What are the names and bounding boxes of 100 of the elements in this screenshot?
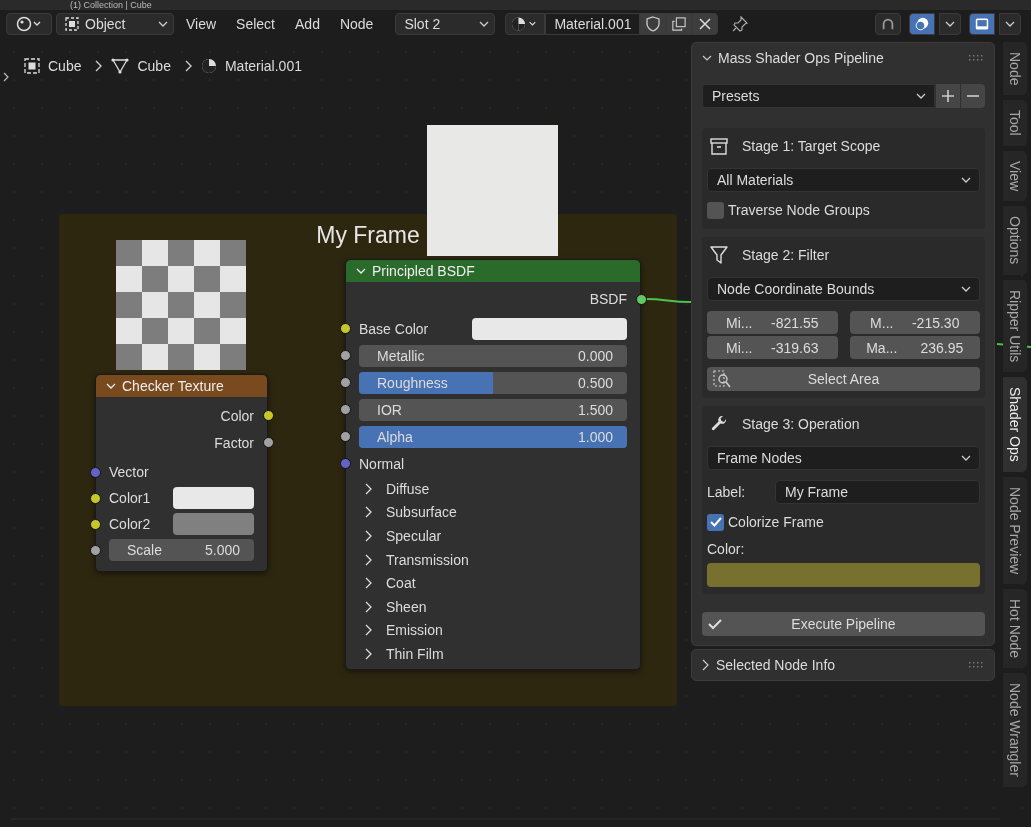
menu-item[interactable]: Select bbox=[228, 13, 283, 35]
number-field[interactable]: Mi... -821.55 bbox=[707, 311, 838, 334]
number-field[interactable]: IOR 1.500 bbox=[359, 398, 627, 421]
checkbox[interactable] bbox=[707, 201, 724, 219]
scope-dropdown[interactable]: All Materials bbox=[707, 168, 980, 192]
execute-button[interactable]: Execute Pipeline bbox=[702, 612, 985, 636]
sidebar-tab[interactable]: View bbox=[1003, 151, 1027, 202]
snap-button[interactable] bbox=[875, 13, 901, 35]
number-field[interactable]: Ma... 236.95 bbox=[849, 336, 980, 359]
pin-icon[interactable] bbox=[732, 16, 749, 32]
operation-dropdown[interactable]: Frame Nodes bbox=[707, 446, 980, 470]
caret-icon bbox=[961, 285, 971, 293]
remove-preset-button[interactable] bbox=[960, 84, 985, 108]
expand-icon[interactable] bbox=[702, 659, 710, 671]
drag-handle-icon[interactable] bbox=[969, 662, 983, 668]
menu-item[interactable]: View bbox=[178, 13, 225, 35]
input-socket[interactable] bbox=[89, 544, 101, 556]
sidebar-tab[interactable]: Hot Node bbox=[1003, 588, 1027, 668]
node-header[interactable]: Principled BSDF bbox=[346, 260, 640, 282]
label-input-field[interactable]: My Frame bbox=[775, 480, 980, 504]
select-area-button[interactable]: Select Area bbox=[707, 367, 980, 391]
filter-dropdown[interactable]: Node Coordinate Bounds bbox=[707, 277, 980, 301]
color-field[interactable] bbox=[707, 563, 980, 587]
input-socket[interactable] bbox=[339, 458, 351, 469]
viewport-title: (1) Collection | Cube bbox=[70, 0, 152, 10]
breadcrumb-item[interactable]: Material.001 bbox=[224, 58, 302, 74]
input-socket[interactable] bbox=[89, 492, 101, 504]
sidebar-tab[interactable]: Node Wrangler bbox=[1003, 672, 1027, 787]
sidebar-toggle[interactable] bbox=[969, 13, 995, 35]
drag-handle-icon[interactable] bbox=[969, 55, 983, 61]
stage-title: Stage 2: Filter bbox=[742, 247, 830, 263]
socket-label: Color bbox=[220, 407, 254, 424]
add-preset-button[interactable] bbox=[935, 84, 960, 108]
overlay-toggle[interactable] bbox=[909, 13, 935, 35]
breadcrumb-item[interactable]: Cube bbox=[137, 58, 171, 74]
panel-toggle[interactable]: Subsurface bbox=[359, 500, 627, 525]
principled-bsdf-node[interactable]: Principled BSDF BSDF Base Color Metallic 0.000 Roughness 0.500 IOR 1.500 Alpha 1.000 Normal Diffuse Subsurface Specular Transmission Coat Sheen Emission Thin Film bbox=[345, 259, 641, 670]
number-field[interactable]: M... -215.30 bbox=[849, 311, 980, 334]
checkbox[interactable] bbox=[707, 513, 724, 531]
panel-toggle[interactable]: Emission bbox=[359, 618, 627, 643]
mode-dropdown[interactable]: Object bbox=[56, 13, 174, 35]
output-socket[interactable] bbox=[635, 293, 647, 305]
menu-item[interactable]: Add bbox=[287, 13, 328, 35]
shield-icon bbox=[646, 16, 661, 32]
breadcrumb-item[interactable]: Cube bbox=[48, 58, 82, 74]
socket-label: Color1 bbox=[109, 490, 152, 506]
panel-toggle[interactable]: Transmission bbox=[359, 547, 627, 572]
panel-toggle[interactable]: Coat bbox=[359, 571, 627, 595]
sidebar-tab[interactable]: Shader Ops bbox=[1003, 376, 1027, 472]
node-frame[interactable] bbox=[59, 214, 677, 706]
menu-item[interactable]: Node bbox=[331, 13, 382, 35]
number-field[interactable]: Mi... -319.63 bbox=[707, 336, 838, 359]
presets-dropdown[interactable]: Presets bbox=[702, 84, 935, 108]
caret-icon bbox=[961, 454, 971, 462]
unlink-button[interactable] bbox=[692, 13, 719, 35]
panel-toggle[interactable]: Thin Film bbox=[359, 642, 627, 666]
panel-toggle[interactable]: Specular bbox=[359, 524, 627, 548]
panel-title[interactable]: Selected Node Info bbox=[716, 657, 963, 673]
node-header[interactable]: Checker Texture bbox=[96, 375, 267, 397]
overlay-dropdown[interactable] bbox=[939, 13, 961, 35]
chevron-icon bbox=[95, 60, 104, 72]
value-slider[interactable]: Alpha 1.000 bbox=[359, 425, 627, 448]
sidebar-tab[interactable]: Options bbox=[1003, 206, 1027, 275]
socket-label: BSDF bbox=[589, 291, 627, 307]
input-socket[interactable] bbox=[339, 404, 351, 415]
output-socket[interactable] bbox=[262, 410, 274, 421]
checkbox-label[interactable]: Traverse Node Groups bbox=[728, 202, 870, 218]
sidebar-tab[interactable]: Tool bbox=[1003, 100, 1027, 147]
plus-icon bbox=[942, 90, 954, 102]
sidebar-tab[interactable]: Node Preview bbox=[1003, 476, 1027, 584]
panel-toggle[interactable]: Sheen bbox=[359, 594, 627, 619]
number-field[interactable]: Metallic 0.000 bbox=[359, 344, 627, 367]
material-browse-button[interactable] bbox=[505, 13, 546, 35]
collapse-icon[interactable] bbox=[702, 54, 712, 62]
number-field[interactable]: Scale 5.000 bbox=[109, 539, 254, 561]
input-socket[interactable] bbox=[339, 323, 351, 334]
checker-texture-node[interactable]: Checker Texture Color Factor Vector Color1 Color2 Scale 5.000 bbox=[95, 374, 268, 572]
slot-dropdown[interactable]: Slot 2 bbox=[395, 13, 496, 35]
sidebar-tab[interactable]: Node bbox=[1003, 42, 1027, 96]
checkbox-label[interactable]: Colorize Frame bbox=[728, 514, 824, 530]
editor-type-button[interactable] bbox=[6, 13, 52, 35]
fake-user-button[interactable] bbox=[640, 13, 667, 35]
caret-icon bbox=[945, 20, 955, 28]
output-socket[interactable] bbox=[262, 437, 274, 448]
panel-title[interactable]: Mass Shader Ops Pipeline bbox=[718, 50, 963, 66]
color-swatch[interactable] bbox=[472, 317, 627, 340]
display-dropdown[interactable] bbox=[999, 13, 1021, 35]
input-socket[interactable] bbox=[339, 377, 351, 388]
input-socket[interactable] bbox=[339, 431, 351, 442]
color-swatch[interactable] bbox=[173, 487, 254, 509]
value-slider[interactable]: Roughness 0.500 bbox=[359, 371, 627, 394]
input-socket[interactable] bbox=[89, 466, 101, 478]
input-socket[interactable] bbox=[89, 518, 101, 530]
caret-icon bbox=[1005, 20, 1015, 28]
color-swatch[interactable] bbox=[173, 513, 254, 535]
panel-toggle[interactable]: Diffuse bbox=[359, 477, 627, 501]
archive-icon bbox=[710, 137, 728, 155]
input-socket[interactable] bbox=[339, 350, 351, 361]
material-name-field[interactable]: Material.001 bbox=[545, 13, 641, 35]
object-icon bbox=[65, 17, 79, 31]
